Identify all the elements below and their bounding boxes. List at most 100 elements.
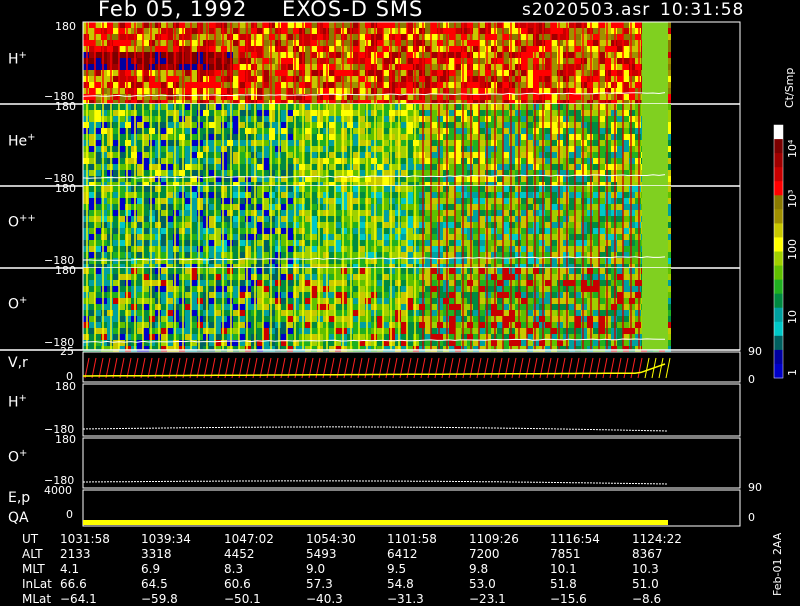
colorbar-swatch bbox=[774, 125, 783, 140]
panel-label-vr: V,r bbox=[8, 355, 28, 371]
colorbar-tick: 10 bbox=[786, 310, 799, 324]
panel-label-heplus: He+ bbox=[8, 132, 36, 150]
orbit-value: 1054:30 bbox=[306, 532, 356, 546]
orbit-row-inlat: InLat 66.6 64.5 60.6 57.3 54.8 53.0 51.8 51.0 bbox=[0, 577, 800, 590]
orbit-value: 3318 bbox=[141, 547, 172, 561]
orbit-row-label: MLat bbox=[22, 592, 51, 606]
orbit-row-mlat: MLat −64.1 −59.8 −50.1 −40.3 −31.3 −23.1 −15.6 −… bbox=[0, 592, 800, 605]
oline-frame bbox=[83, 438, 740, 488]
colorbar-swatch bbox=[774, 364, 783, 379]
axis-tick-heplus-top: 180 bbox=[55, 100, 76, 113]
colorbar-swatch bbox=[774, 195, 783, 210]
orbit-value: −15.6 bbox=[550, 592, 587, 606]
colorbar-swatch bbox=[774, 322, 783, 337]
orbit-value: 1109:26 bbox=[469, 532, 519, 546]
orbit-value: 10.3 bbox=[632, 562, 659, 576]
axis-tick-ep-right-top: 90 bbox=[748, 481, 762, 494]
colorbar-swatch bbox=[774, 209, 783, 224]
side-note: Feb-01 2AA bbox=[771, 533, 784, 596]
orbit-value: 57.3 bbox=[306, 577, 333, 591]
orbit-value: 1124:22 bbox=[632, 532, 682, 546]
orbit-value: 9.8 bbox=[469, 562, 488, 576]
panel-label-qa: QA bbox=[8, 510, 29, 526]
orbit-value: 4452 bbox=[224, 547, 255, 561]
spectrogram-plot bbox=[0, 0, 800, 600]
orbit-value: 1116:54 bbox=[550, 532, 600, 546]
orbit-value: −64.1 bbox=[60, 592, 97, 606]
axis-tick-hplus-top: 180 bbox=[55, 20, 76, 33]
orbit-value: 7200 bbox=[469, 547, 500, 561]
vr-frame bbox=[83, 352, 740, 382]
orbit-value: 7851 bbox=[550, 547, 581, 561]
axis-tick-vr-right-top: 90 bbox=[748, 345, 762, 358]
orbit-value: 66.6 bbox=[60, 577, 87, 591]
orbit-value: 5493 bbox=[306, 547, 337, 561]
orbit-value: 8367 bbox=[632, 547, 663, 561]
orbit-value: 9.5 bbox=[387, 562, 406, 576]
orbit-value: 10.1 bbox=[550, 562, 577, 576]
colorbar-swatch bbox=[774, 308, 783, 323]
axis-tick-qa-right-bottom: 0 bbox=[748, 511, 755, 524]
qa-bar bbox=[83, 520, 668, 525]
orbit-value: 60.6 bbox=[224, 577, 251, 591]
orbit-value: 1031:58 bbox=[60, 532, 110, 546]
orbit-value: 64.5 bbox=[141, 577, 168, 591]
colorbar-tick: 10³ bbox=[786, 190, 799, 208]
axis-tick-qa-bottom: 0 bbox=[66, 508, 73, 521]
hline-frame bbox=[83, 384, 740, 436]
orbit-value: −40.3 bbox=[306, 592, 343, 606]
colorbar-swatch bbox=[774, 336, 783, 351]
axis-tick-vr-right-bottom: 0 bbox=[748, 373, 755, 386]
panel-label-oline: O+ bbox=[8, 448, 27, 466]
orbit-value: 51.0 bbox=[632, 577, 659, 591]
colorbar-swatch bbox=[774, 139, 783, 154]
orbit-value: −50.1 bbox=[224, 592, 261, 606]
orbit-value: 6412 bbox=[387, 547, 418, 561]
orbit-value: −8.6 bbox=[632, 592, 661, 606]
orbit-value: 6.9 bbox=[141, 562, 160, 576]
orbit-row-label: UT bbox=[22, 532, 38, 546]
panel-label-oplus2: O++ bbox=[8, 213, 36, 231]
orbit-value: 54.8 bbox=[387, 577, 414, 591]
panel-label-hline: H+ bbox=[8, 393, 27, 411]
colorbar-swatch bbox=[774, 223, 783, 238]
colorbar-tick: 10⁴ bbox=[786, 140, 799, 158]
colorbar-tick: 100 bbox=[786, 239, 799, 260]
oline-trace bbox=[83, 481, 667, 484]
orbit-value: −23.1 bbox=[469, 592, 506, 606]
panel-label-hplus: H+ bbox=[8, 50, 27, 68]
orbit-row-alt: ALT 2133 3318 4452 5493 6412 7200 7851 8367 bbox=[0, 547, 800, 560]
colorbar-swatch bbox=[774, 294, 783, 309]
orbit-row-label: ALT bbox=[22, 547, 43, 561]
orbit-row-label: MLT bbox=[22, 562, 45, 576]
axis-tick-hline-top: 180 bbox=[55, 380, 76, 393]
colorbar-unit: Ct/Smp bbox=[783, 68, 796, 108]
axis-tick-oplus-top: 180 bbox=[55, 264, 76, 277]
colorbar-swatch bbox=[774, 181, 783, 196]
hline-trace bbox=[83, 427, 667, 431]
orbit-value: 1047:02 bbox=[224, 532, 274, 546]
orbit-value: 53.0 bbox=[469, 577, 496, 591]
colorbar-swatch bbox=[774, 350, 783, 365]
orbit-value: 51.8 bbox=[550, 577, 577, 591]
colorbar-swatch bbox=[774, 167, 783, 182]
orbit-value: −31.3 bbox=[387, 592, 424, 606]
orbit-value: 8.3 bbox=[224, 562, 243, 576]
colorbar-swatch bbox=[774, 252, 783, 267]
axis-tick-vr-top: 25 bbox=[60, 345, 74, 358]
orbit-value: 4.1 bbox=[60, 562, 79, 576]
orbit-value: −59.8 bbox=[141, 592, 178, 606]
orbit-value: 1039:34 bbox=[141, 532, 191, 546]
orbit-row-ut: UT 1031:58 1039:34 1047:02 1054:30 1101:58 110… bbox=[0, 532, 800, 545]
axis-tick-oplus2-top: 180 bbox=[55, 182, 76, 195]
panel-label-ep: E,p bbox=[8, 490, 30, 506]
colorbar-swatch bbox=[774, 237, 783, 252]
colorbar-swatch bbox=[774, 153, 783, 168]
panel-label-oplus: O+ bbox=[8, 295, 27, 313]
axis-tick-oline-top: 180 bbox=[55, 433, 76, 446]
orbit-row-label: InLat bbox=[22, 577, 52, 591]
orbit-value: 2133 bbox=[60, 547, 91, 561]
colorbar-tick: 1 bbox=[786, 369, 799, 376]
orbit-value: 1101:58 bbox=[387, 532, 437, 546]
orbit-row-mlt: MLT4.16.98.39.09.59.810.110.3 bbox=[0, 562, 800, 575]
